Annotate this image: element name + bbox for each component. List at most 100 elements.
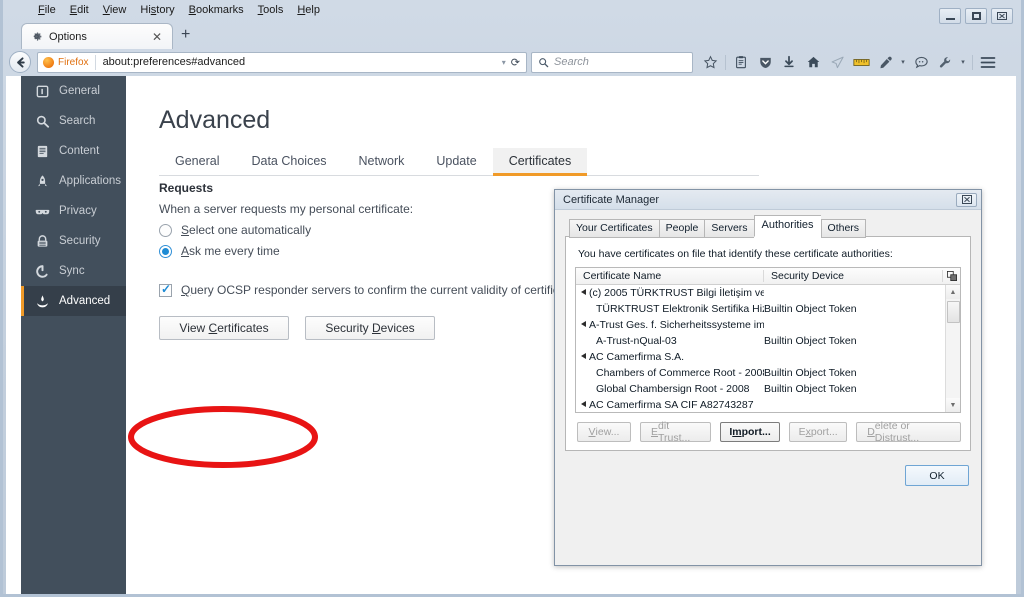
tab-update[interactable]: Update — [420, 148, 492, 175]
sidebar-item-general[interactable]: General — [21, 76, 126, 106]
table-row[interactable]: Global Chambersign Root - 2008 Builtin O… — [576, 381, 960, 397]
menu-edit[interactable]: Edit — [63, 2, 96, 18]
dialog-tab-servers[interactable]: Servers — [704, 219, 754, 238]
toolbar-icons: ▾ ▾ — [699, 51, 999, 73]
sidebar-item-privacy[interactable]: Privacy — [21, 196, 126, 226]
menu-file[interactable]: File — [31, 2, 63, 18]
table-row[interactable]: AC Camerfirma SA CIF A82743287 — [576, 397, 960, 412]
tab-general[interactable]: General — [159, 148, 235, 175]
twisty-expanded-icon[interactable] — [581, 401, 586, 407]
scrollbar-thumb[interactable] — [947, 301, 960, 323]
column-header-security-device[interactable]: Security Device — [764, 270, 943, 282]
reader-list-button[interactable] — [730, 51, 752, 73]
home-button[interactable] — [802, 51, 824, 73]
chat-button[interactable] — [910, 51, 932, 73]
twisty-expanded-icon[interactable] — [581, 353, 586, 359]
radio-ask-me-every-time[interactable]: Ask me every time — [159, 244, 280, 258]
dialog-tab-your-certificates[interactable]: Your Certificates — [569, 219, 659, 238]
tab-data-choices[interactable]: Data Choices — [235, 148, 342, 175]
new-tab-button[interactable]: + — [181, 27, 190, 43]
sidebar-item-advanced[interactable]: Advanced — [21, 286, 126, 316]
home-icon — [807, 56, 819, 67]
reload-icon[interactable]: ⟳ — [511, 56, 526, 69]
address-bar[interactable]: Firefox about:preferences#advanced ▾ ⟳ — [37, 51, 527, 73]
menu-help[interactable]: Help — [290, 2, 327, 18]
checkbox-checked-icon[interactable] — [159, 282, 172, 297]
tools-button[interactable] — [934, 51, 956, 73]
browser-tab-options[interactable]: Options ✕ — [21, 23, 173, 49]
dialog-close-button[interactable] — [956, 192, 977, 207]
menu-tools[interactable]: Tools — [251, 2, 291, 18]
twisty-expanded-icon[interactable] — [581, 289, 586, 295]
menu-bookmarks[interactable]: Bookmarks — [182, 2, 251, 18]
browser-tab-label: Options — [49, 30, 87, 43]
url-text: about:preferences#advanced — [102, 56, 246, 68]
cert-name-text: (c) 2005 TÜRKTRUST Bilgi İletişim ve Bil… — [589, 287, 764, 299]
twisty-expanded-icon[interactable] — [581, 321, 586, 327]
view-button[interactable]: View... — [577, 422, 631, 442]
export-button[interactable]: Ex port... — [789, 422, 848, 442]
eyedropper-button[interactable] — [874, 51, 896, 73]
downloads-button[interactable] — [778, 51, 800, 73]
delete-or-distrust-button[interactable]: Delete or Distrust... — [856, 420, 961, 444]
table-row[interactable]: TÜRKTRUST Elektronik Sertifika Hizmet S.… — [576, 301, 960, 317]
sidebar-item-applications[interactable]: Applications — [21, 166, 126, 196]
cert-device: Builtin Object Token — [764, 383, 857, 395]
security-devices-button[interactable]: Security Devices — [305, 316, 435, 340]
chat-bubble-icon — [914, 56, 928, 68]
measure-button[interactable] — [850, 51, 872, 73]
table-row[interactable]: A-Trust Ges. f. Sicherheitssysteme im el… — [576, 317, 960, 333]
edit-trust-button[interactable]: Edit Trust... — [640, 420, 711, 444]
sidebar-item-sync[interactable]: Sync — [21, 256, 126, 286]
bookmark-star-button[interactable] — [699, 51, 721, 73]
menu-view[interactable]: View — [96, 2, 134, 18]
column-header-certificate-name[interactable]: Certificate Name — [576, 270, 764, 282]
chevron-down-icon-1[interactable]: ▾ — [898, 58, 908, 66]
checkbox-ocsp[interactable]: Query OCSP responder servers to confirm … — [159, 282, 582, 297]
preferences-sidebar: General Search Content Applications Priv… — [21, 76, 126, 594]
radio-select-one-automatically[interactable]: Select one automatically — [159, 223, 311, 237]
cert-name: A-Trust Ges. f. Sicherheitssysteme im el… — [576, 319, 764, 331]
chevron-down-icon-2[interactable]: ▾ — [958, 58, 968, 66]
dialog-tab-authorities[interactable]: Authorities — [753, 215, 821, 237]
identity-box[interactable]: Firefox — [38, 54, 96, 70]
share-button[interactable] — [826, 51, 848, 73]
chevron-down-icon[interactable]: ▾ — [502, 58, 511, 67]
menu-hamburger-button[interactable] — [977, 51, 999, 73]
cert-name: A-Trust-nQual-03 — [596, 335, 677, 347]
dialog-tab-others[interactable]: Others — [820, 219, 867, 238]
dialog-body: Your Certificates People Servers Authori… — [555, 210, 981, 494]
view-certificates-button[interactable]: View Certificates — [159, 316, 289, 340]
column-picker-icon[interactable] — [943, 271, 960, 281]
back-button[interactable] — [9, 51, 31, 73]
cert-device: Builtin Object Token — [764, 367, 857, 379]
scroll-up-arrow-icon[interactable]: ▲ — [946, 285, 960, 299]
tab-network[interactable]: Network — [343, 148, 421, 175]
search-icon — [36, 115, 50, 128]
tab-close-icon[interactable]: ✕ — [150, 30, 164, 44]
table-row[interactable]: (c) 2005 TÜRKTRUST Bilgi İletişim ve Bil… — [576, 285, 960, 301]
sidebar-item-security[interactable]: Security — [21, 226, 126, 256]
pocket-shield-icon — [759, 57, 771, 68]
table-row[interactable]: A-Trust-nQual-03 Builtin Object Token — [576, 333, 960, 349]
import-button[interactable]: Im port... — [719, 422, 781, 442]
cert-name: Global Chambersign Root - 2008 — [596, 383, 750, 395]
ok-button[interactable]: OK — [905, 465, 969, 486]
scroll-down-arrow-icon[interactable]: ▼ — [946, 398, 960, 412]
radio-button-selected-icon[interactable] — [159, 244, 172, 258]
table-row[interactable]: Chambers of Commerce Root - 2008 Builtin… — [576, 365, 960, 381]
certificate-list-scrollbar[interactable]: ▲ ▼ — [945, 285, 960, 412]
pocket-button[interactable] — [754, 51, 776, 73]
menu-history[interactable]: History — [133, 2, 181, 18]
clipboard-icon — [736, 56, 746, 69]
tab-certificates[interactable]: Certificates — [492, 148, 588, 176]
radio-button-unselected-icon[interactable] — [159, 223, 172, 237]
search-input[interactable]: Search — [531, 51, 693, 73]
sidebar-item-content[interactable]: Content — [21, 136, 126, 166]
star-icon — [703, 54, 717, 69]
certificate-list[interactable]: Certificate Name Security Device (c) 200… — [575, 267, 961, 413]
table-row[interactable]: AC Camerfirma S.A. — [576, 349, 960, 365]
sidebar-item-search[interactable]: Search — [21, 106, 126, 136]
wrench-icon — [939, 56, 950, 67]
dialog-tab-people[interactable]: People — [658, 219, 705, 238]
